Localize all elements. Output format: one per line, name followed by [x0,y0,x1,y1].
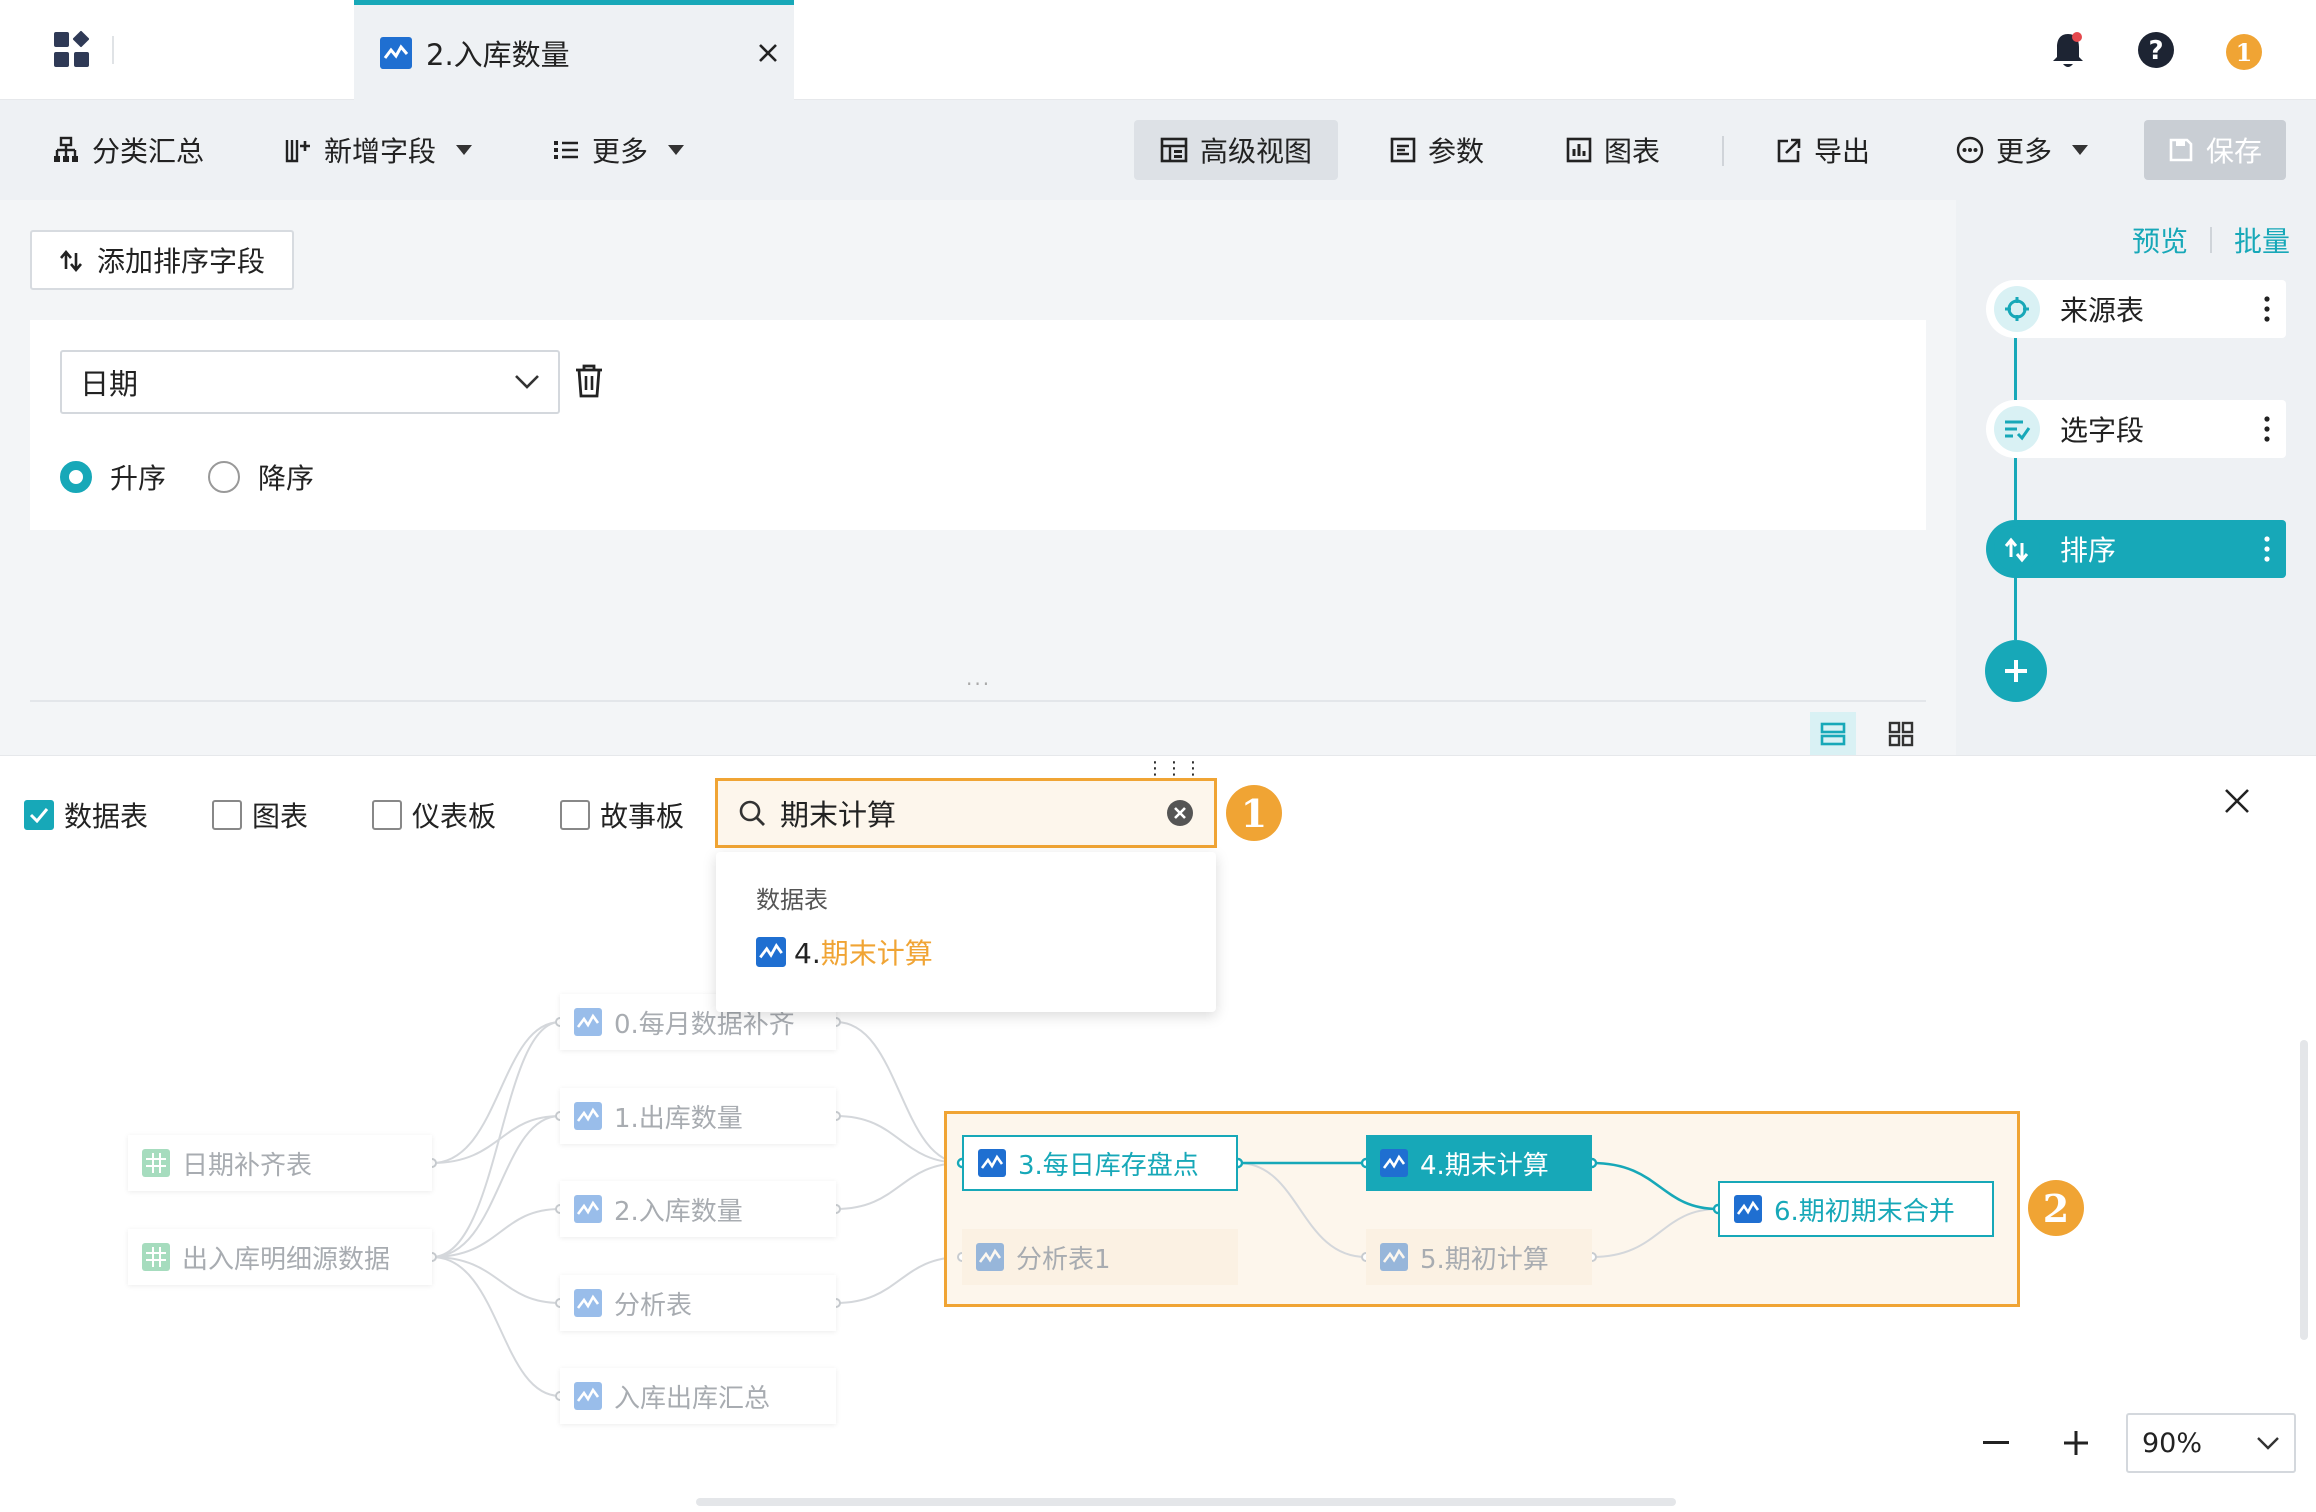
node-label: 分析表 [614,1290,693,1321]
chevron-down-icon [2256,1436,2280,1450]
node-label: 1.出库数量 [614,1103,743,1134]
zoom-select[interactable]: 90% [2126,1413,2296,1473]
zoom-in-button[interactable] [2056,1418,2096,1468]
node-label: 出入库明细源数据 [182,1244,391,1275]
analysis-table-icon [574,1102,602,1130]
callout-badge-2: 2 [2028,1180,2084,1236]
node-label: 入库出库汇总 [614,1383,771,1414]
analysis-table-icon [976,1243,1004,1271]
zoom-out-button[interactable] [1976,1418,2016,1468]
node-period-begin[interactable]: 5.期初计算 [1366,1229,1592,1285]
analysis-table-icon [574,1008,602,1036]
node-label: 分析表1 [1016,1244,1111,1275]
node-label: 6.期初期末合并 [1774,1196,1955,1227]
analysis-table-icon [574,1382,602,1410]
horizontal-scrollbar[interactable] [696,1498,1676,1506]
node-period-end[interactable]: 4.期末计算 [1366,1135,1592,1191]
analysis-table-icon [1734,1195,1762,1223]
node-daily-stock[interactable]: 3.每日库存盘点 [962,1135,1238,1191]
results-group-label: 数据表 [756,886,828,914]
analysis-table-icon [756,937,786,967]
node-outbound-qty[interactable]: 1.出库数量 [560,1088,836,1144]
node-merge[interactable]: 6.期初期末合并 [1718,1181,1994,1237]
node-label: 2.入库数量 [614,1196,743,1227]
zoom-value: 90% [2142,1427,2203,1459]
analysis-table-icon [574,1195,602,1223]
result-item-period-end[interactable]: 4.期末计算 [756,932,933,972]
vertical-scrollbar[interactable] [2300,1040,2308,1340]
result-match-text: 期末计算 [820,937,933,970]
table-icon [142,1149,170,1177]
node-inbound-qty[interactable]: 2.入库数量 [560,1181,836,1237]
analysis-table-icon [574,1289,602,1317]
node-source-detail[interactable]: 出入库明细源数据 [128,1229,432,1285]
node-analysis-1[interactable]: 分析表1 [962,1229,1238,1285]
node-label: 5.期初计算 [1420,1244,1549,1275]
analysis-table-icon [978,1149,1006,1177]
node-analysis[interactable]: 分析表 [560,1275,836,1331]
node-in-out-summary[interactable]: 入库出库汇总 [560,1368,836,1424]
analysis-table-icon [1380,1243,1408,1271]
node-label: 4.期末计算 [1420,1150,1549,1181]
node-date-fill[interactable]: 日期补齐表 [128,1135,432,1191]
analysis-table-icon [1380,1149,1408,1177]
table-icon [142,1243,170,1271]
result-prefix: 4. [794,937,821,970]
node-label: 3.每日库存盘点 [1018,1150,1199,1181]
node-label: 日期补齐表 [182,1150,313,1181]
